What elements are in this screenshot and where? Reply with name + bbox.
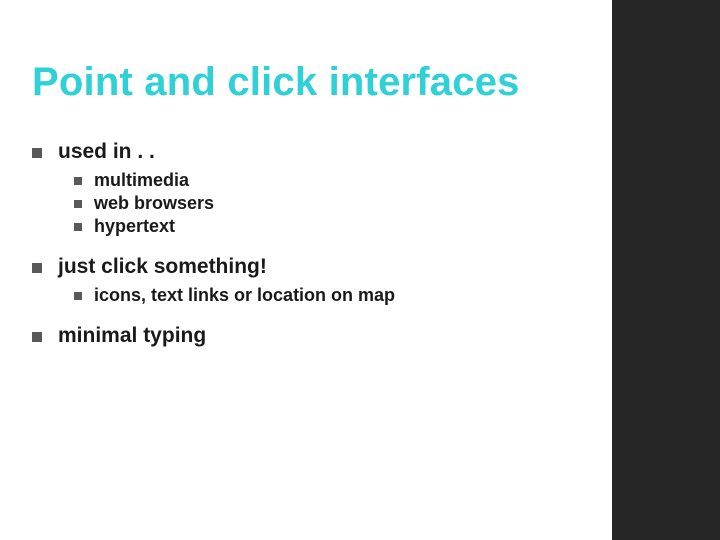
sub-list: icons, text links or location on map: [32, 285, 588, 306]
sub-list-item-text: hypertext: [94, 216, 175, 237]
square-bullet-icon: [32, 148, 42, 158]
square-bullet-icon: [74, 177, 82, 185]
list-item: used in . . multimedia web browsers: [32, 140, 588, 237]
sub-list: multimedia web browsers hypertext: [32, 170, 588, 237]
list-item-text: used in . .: [58, 140, 155, 164]
slide-body: used in . . multimedia web browsers: [32, 140, 588, 354]
list-item-text: minimal typing: [58, 324, 206, 348]
list-item-row: used in . .: [32, 140, 588, 164]
sub-list-item: multimedia: [74, 170, 588, 191]
list-item-row: minimal typing: [32, 324, 588, 348]
bullet-list: used in . . multimedia web browsers: [32, 140, 588, 348]
sub-list-item: hypertext: [74, 216, 588, 237]
square-bullet-icon: [74, 223, 82, 231]
sub-list-item-text: web browsers: [94, 193, 214, 214]
content-area: Point and click interfaces used in . . m…: [0, 0, 612, 540]
square-bullet-icon: [32, 263, 42, 273]
slide-title: Point and click interfaces: [32, 60, 520, 105]
list-item: just click something! icons, text links …: [32, 255, 588, 306]
list-item-row: just click something!: [32, 255, 588, 279]
right-sidebar: [612, 0, 720, 540]
list-item-text: just click something!: [58, 255, 267, 279]
sub-list-item: web browsers: [74, 193, 588, 214]
square-bullet-icon: [74, 200, 82, 208]
square-bullet-icon: [74, 292, 82, 300]
sub-list-item: icons, text links or location on map: [74, 285, 588, 306]
slide: Point and click interfaces used in . . m…: [0, 0, 720, 540]
sub-list-item-text: multimedia: [94, 170, 189, 191]
list-item: minimal typing: [32, 324, 588, 348]
square-bullet-icon: [32, 332, 42, 342]
sub-list-item-text: icons, text links or location on map: [94, 285, 395, 306]
